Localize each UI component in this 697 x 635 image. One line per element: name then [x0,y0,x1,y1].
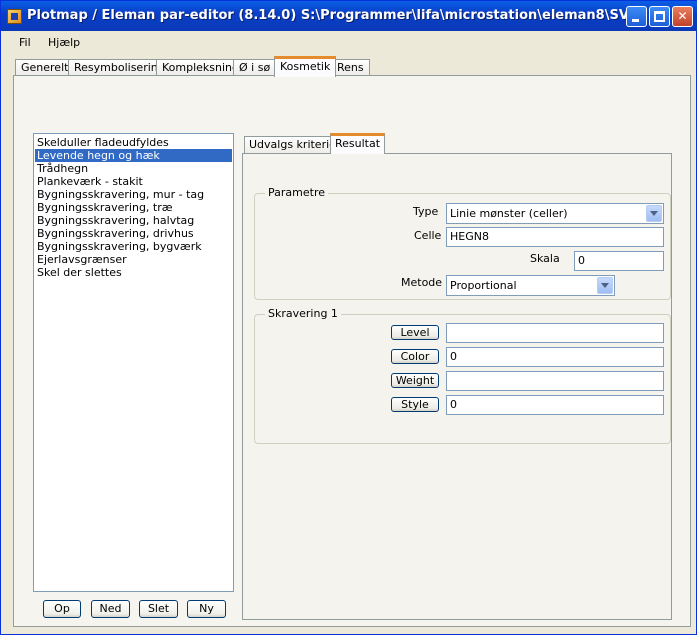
main-tab-strip: Generelt Resymbolisering Kompleksning Ø … [13,56,693,77]
metode-select[interactable]: Proportional [446,275,615,296]
up-button[interactable]: Op [43,600,81,618]
maximize-button[interactable] [649,6,670,27]
chevron-down-icon[interactable] [646,205,662,222]
menu-bar: Fil Hjælp [2,32,696,52]
minimize-icon [632,19,639,22]
type-select-value: Linie mønster (celler) [450,207,568,220]
celle-field[interactable]: HEGN8 [446,227,664,247]
metode-select-value: Proportional [450,279,517,292]
parametre-legend: Parametre [265,186,328,199]
style-field[interactable]: 0 [446,395,664,415]
kosmetik-listbox[interactable]: Skelduller fladeudfyldes Levende hegn og… [33,133,234,592]
color-field[interactable]: 0 [446,347,664,367]
color-button[interactable]: Color [391,349,439,364]
list-item[interactable]: Skelduller fladeudfyldes [35,136,232,149]
tab-kompleksning[interactable]: Kompleksning [156,59,245,76]
tab-o-i-so[interactable]: Ø i sø [233,59,277,76]
app-icon[interactable] [7,9,22,24]
skala-label: Skala [530,252,560,265]
new-button[interactable]: Ny [187,600,226,618]
weight-button[interactable]: Weight [391,373,439,388]
delete-button[interactable]: Slet [139,600,178,618]
menu-hjaelp[interactable]: Hjælp [48,36,80,49]
close-button[interactable]: ✕ [672,6,693,27]
metode-label: Metode [401,276,443,289]
down-button[interactable]: Ned [91,600,130,618]
main-window: Plotmap / Eleman par-editor (8.14.0) S:\… [0,0,697,635]
skravering-legend: Skravering 1 [265,307,341,320]
window-title: Plotmap / Eleman par-editor (8.14.0) S:\… [27,8,627,23]
type-label: Type [413,205,439,218]
list-item[interactable]: Bygningsskravering, drivhus [35,227,232,240]
tab-resultat[interactable]: Resultat [330,133,386,154]
list-item-selected[interactable]: Levende hegn og hæk [35,149,232,162]
resultat-tab-page: Parametre Type Linie mønster (celler) Ce… [242,153,672,620]
sub-tab-strip: Udvalgs kriterier Resultat [243,132,673,154]
list-item[interactable]: Skel der slettes [35,266,232,279]
style-button[interactable]: Style [391,397,439,412]
list-item[interactable]: Ejerlavsgrænser [35,253,232,266]
tab-generelt[interactable]: Generelt [15,59,75,76]
skravering-group: Skravering 1 Level Color 0 Weight Style … [254,307,671,444]
list-item[interactable]: Bygningsskravering, træ [35,201,232,214]
list-item[interactable]: Plankeværk - stakit [35,175,232,188]
maximize-icon [654,11,665,22]
menu-fil[interactable]: Fil [19,36,31,49]
minimize-button[interactable] [626,6,647,27]
tab-rens[interactable]: Rens [331,59,370,76]
chevron-down-icon[interactable] [597,277,613,294]
parametre-group: Parametre Type Linie mønster (celler) Ce… [254,186,671,300]
list-item[interactable]: Trådhegn [35,162,232,175]
type-select[interactable]: Linie mønster (celler) [446,203,664,224]
level-field[interactable] [446,323,664,343]
tab-kosmetik[interactable]: Kosmetik [274,56,337,77]
weight-field[interactable] [446,371,664,391]
list-item[interactable]: Bygningsskravering, bygværk [35,240,232,253]
close-icon: ✕ [677,9,688,23]
list-item[interactable]: Bygningsskravering, mur - tag [35,188,232,201]
celle-label: Celle [414,229,442,242]
skala-field[interactable]: 0 [574,251,664,271]
title-bar[interactable]: Plotmap / Eleman par-editor (8.14.0) S:\… [1,1,697,31]
level-button[interactable]: Level [391,325,439,340]
list-item[interactable]: Bygningsskravering, halvtag [35,214,232,227]
